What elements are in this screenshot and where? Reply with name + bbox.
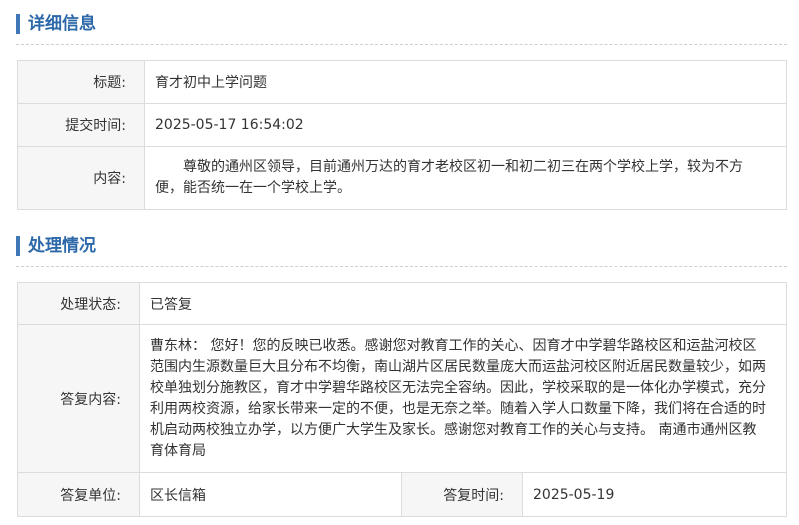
section-marker: [16, 236, 20, 256]
status-label: 处理状态:: [17, 282, 140, 325]
detail-table: 标题: 育才初中上学问题 提交时间: 2025-05-17 16:54:02 内…: [17, 60, 787, 210]
content-label: 内容:: [17, 146, 145, 210]
reply-value: 曹东林： 您好！您的反映已收悉。感谢您对教育工作的关心、因育才中学碧华路校区和运…: [139, 324, 787, 473]
content-row: 内容: 尊敬的通州区领导，目前通州万达的育才老校区初一和初二初三在两个学校上学，…: [17, 146, 787, 210]
reply-time-label: 答复时间:: [401, 472, 523, 517]
submit-time-value: 2025-05-17 16:54:02: [144, 103, 787, 147]
title-label: 标题:: [17, 60, 145, 104]
handling-table: 处理状态: 已答复 答复内容: 曹东林： 您好！您的反映已收悉。感谢您对教育工作…: [17, 282, 787, 517]
reply-unit-label: 答复单位:: [17, 472, 140, 517]
title-value: 育才初中上学问题: [144, 60, 787, 104]
submit-time-label: 提交时间:: [17, 103, 145, 147]
detail-section-header: 详细信息: [16, 10, 787, 45]
time-row: 提交时间: 2025-05-17 16:54:02: [17, 103, 787, 147]
detail-section-title: 详细信息: [28, 14, 96, 34]
handling-section-title: 处理情况: [28, 236, 96, 256]
unit-row: 答复单位: 区长信箱 答复时间: 2025-05-19: [17, 472, 787, 517]
status-row: 处理状态: 已答复: [17, 282, 787, 325]
reply-row: 答复内容: 曹东林： 您好！您的反映已收悉。感谢您对教育工作的关心、因育才中学碧…: [17, 324, 787, 473]
reply-time-value: 2025-05-19: [522, 472, 787, 517]
section-divider: [16, 44, 787, 45]
section-divider: [16, 266, 787, 267]
handling-section-header: 处理情况: [16, 232, 787, 267]
reply-unit-value: 区长信箱: [139, 472, 402, 517]
status-value: 已答复: [139, 282, 787, 325]
title-row: 标题: 育才初中上学问题: [17, 60, 787, 104]
section-marker: [16, 14, 20, 34]
reply-label: 答复内容:: [17, 324, 140, 473]
content-value: 尊敬的通州区领导，目前通州万达的育才老校区初一和初二初三在两个学校上学，较为不方…: [155, 159, 743, 196]
content-cell: 尊敬的通州区领导，目前通州万达的育才老校区初一和初二初三在两个学校上学，较为不方…: [144, 146, 787, 210]
